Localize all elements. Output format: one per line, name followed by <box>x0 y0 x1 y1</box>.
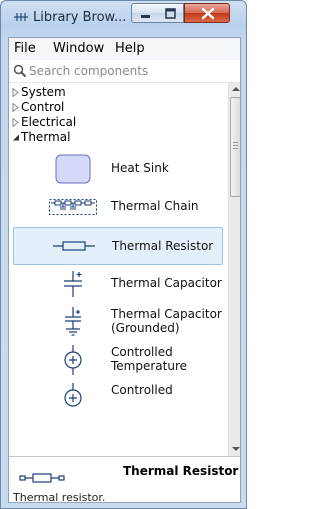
tree-item-control[interactable]: Control <box>9 100 228 115</box>
library-browser-window: Library Brow... File Window Help System <box>0 0 247 509</box>
minimize-button[interactable] <box>131 3 158 23</box>
component-heat-sink[interactable]: Heat Sink <box>9 150 228 188</box>
thermal-chain-icon <box>49 192 97 222</box>
menu-file[interactable]: File <box>14 41 36 56</box>
component-label: Heat Sink <box>111 161 169 175</box>
scroll-down-icon[interactable] <box>232 446 240 452</box>
collapse-arrow-icon[interactable] <box>12 133 20 142</box>
close-button[interactable] <box>184 3 230 23</box>
tree-item-system[interactable]: System <box>9 85 228 100</box>
tree-item-thermal[interactable]: Thermal <box>9 130 228 145</box>
menu-bar: File Window Help <box>9 38 240 61</box>
window-title: Library Brow... <box>33 10 127 25</box>
heat-sink-icon <box>49 154 97 184</box>
details-description: Thermal resistor. <box>13 491 106 503</box>
thermal-resistor-icon <box>50 231 98 261</box>
component-thermal-chain[interactable]: Thermal Chain <box>9 188 228 226</box>
component-thermal-capacitor-grounded[interactable]: Thermal Capacitor (Grounded) <box>9 303 228 341</box>
expand-arrow-icon[interactable] <box>12 88 19 97</box>
component-label: Controlled <box>111 383 173 397</box>
thermal-capacitor-icon <box>49 269 97 299</box>
component-label: Controlled Temperature <box>111 345 188 373</box>
scroll-up-icon[interactable] <box>232 86 240 92</box>
menu-window[interactable]: Window <box>53 41 104 56</box>
tree-item-label: Thermal <box>21 130 71 144</box>
component-tree: System Control Electrical Thermal Heat S… <box>9 83 228 456</box>
controlled-icon <box>49 383 97 413</box>
tree-item-label: System <box>21 85 66 99</box>
expand-arrow-icon[interactable] <box>12 118 19 127</box>
scrollbar-thumb[interactable] <box>230 97 240 197</box>
thermal-capacitor-grounded-icon <box>49 307 97 337</box>
thermal-resistor-icon <box>19 467 67 490</box>
tree-item-label: Control <box>21 100 65 114</box>
component-thermal-resistor[interactable]: Thermal Resistor <box>13 227 223 265</box>
details-panel: Thermal Resistor Thermal resistor. <box>9 456 240 503</box>
maximize-button[interactable] <box>157 3 184 23</box>
component-label: Thermal Capacitor (Grounded) <box>111 307 222 335</box>
details-title: Thermal Resistor <box>123 464 239 478</box>
menu-help[interactable]: Help <box>115 41 145 56</box>
component-label: Thermal Chain <box>111 199 199 213</box>
component-thermal-capacitor[interactable]: Thermal Capacitor <box>9 265 228 303</box>
component-label: Thermal Capacitor <box>111 276 222 290</box>
app-icon <box>13 9 29 25</box>
vertical-scrollbar[interactable] <box>228 83 240 456</box>
controlled-temperature-icon <box>49 345 97 375</box>
component-controlled-temperature[interactable]: Controlled Temperature <box>9 341 228 379</box>
library-panel: File Window Help System Control Electric… <box>8 37 241 503</box>
search-input[interactable] <box>29 62 229 79</box>
tree-item-label: Electrical <box>21 115 77 129</box>
component-label: Thermal Resistor <box>112 239 214 253</box>
expand-arrow-icon[interactable] <box>12 103 19 112</box>
tree-item-electrical[interactable]: Electrical <box>9 115 228 130</box>
search-icon <box>13 64 27 81</box>
component-controlled[interactable]: Controlled <box>9 379 228 417</box>
search-bar <box>9 60 240 83</box>
title-bar[interactable]: Library Brow... <box>1 1 246 37</box>
